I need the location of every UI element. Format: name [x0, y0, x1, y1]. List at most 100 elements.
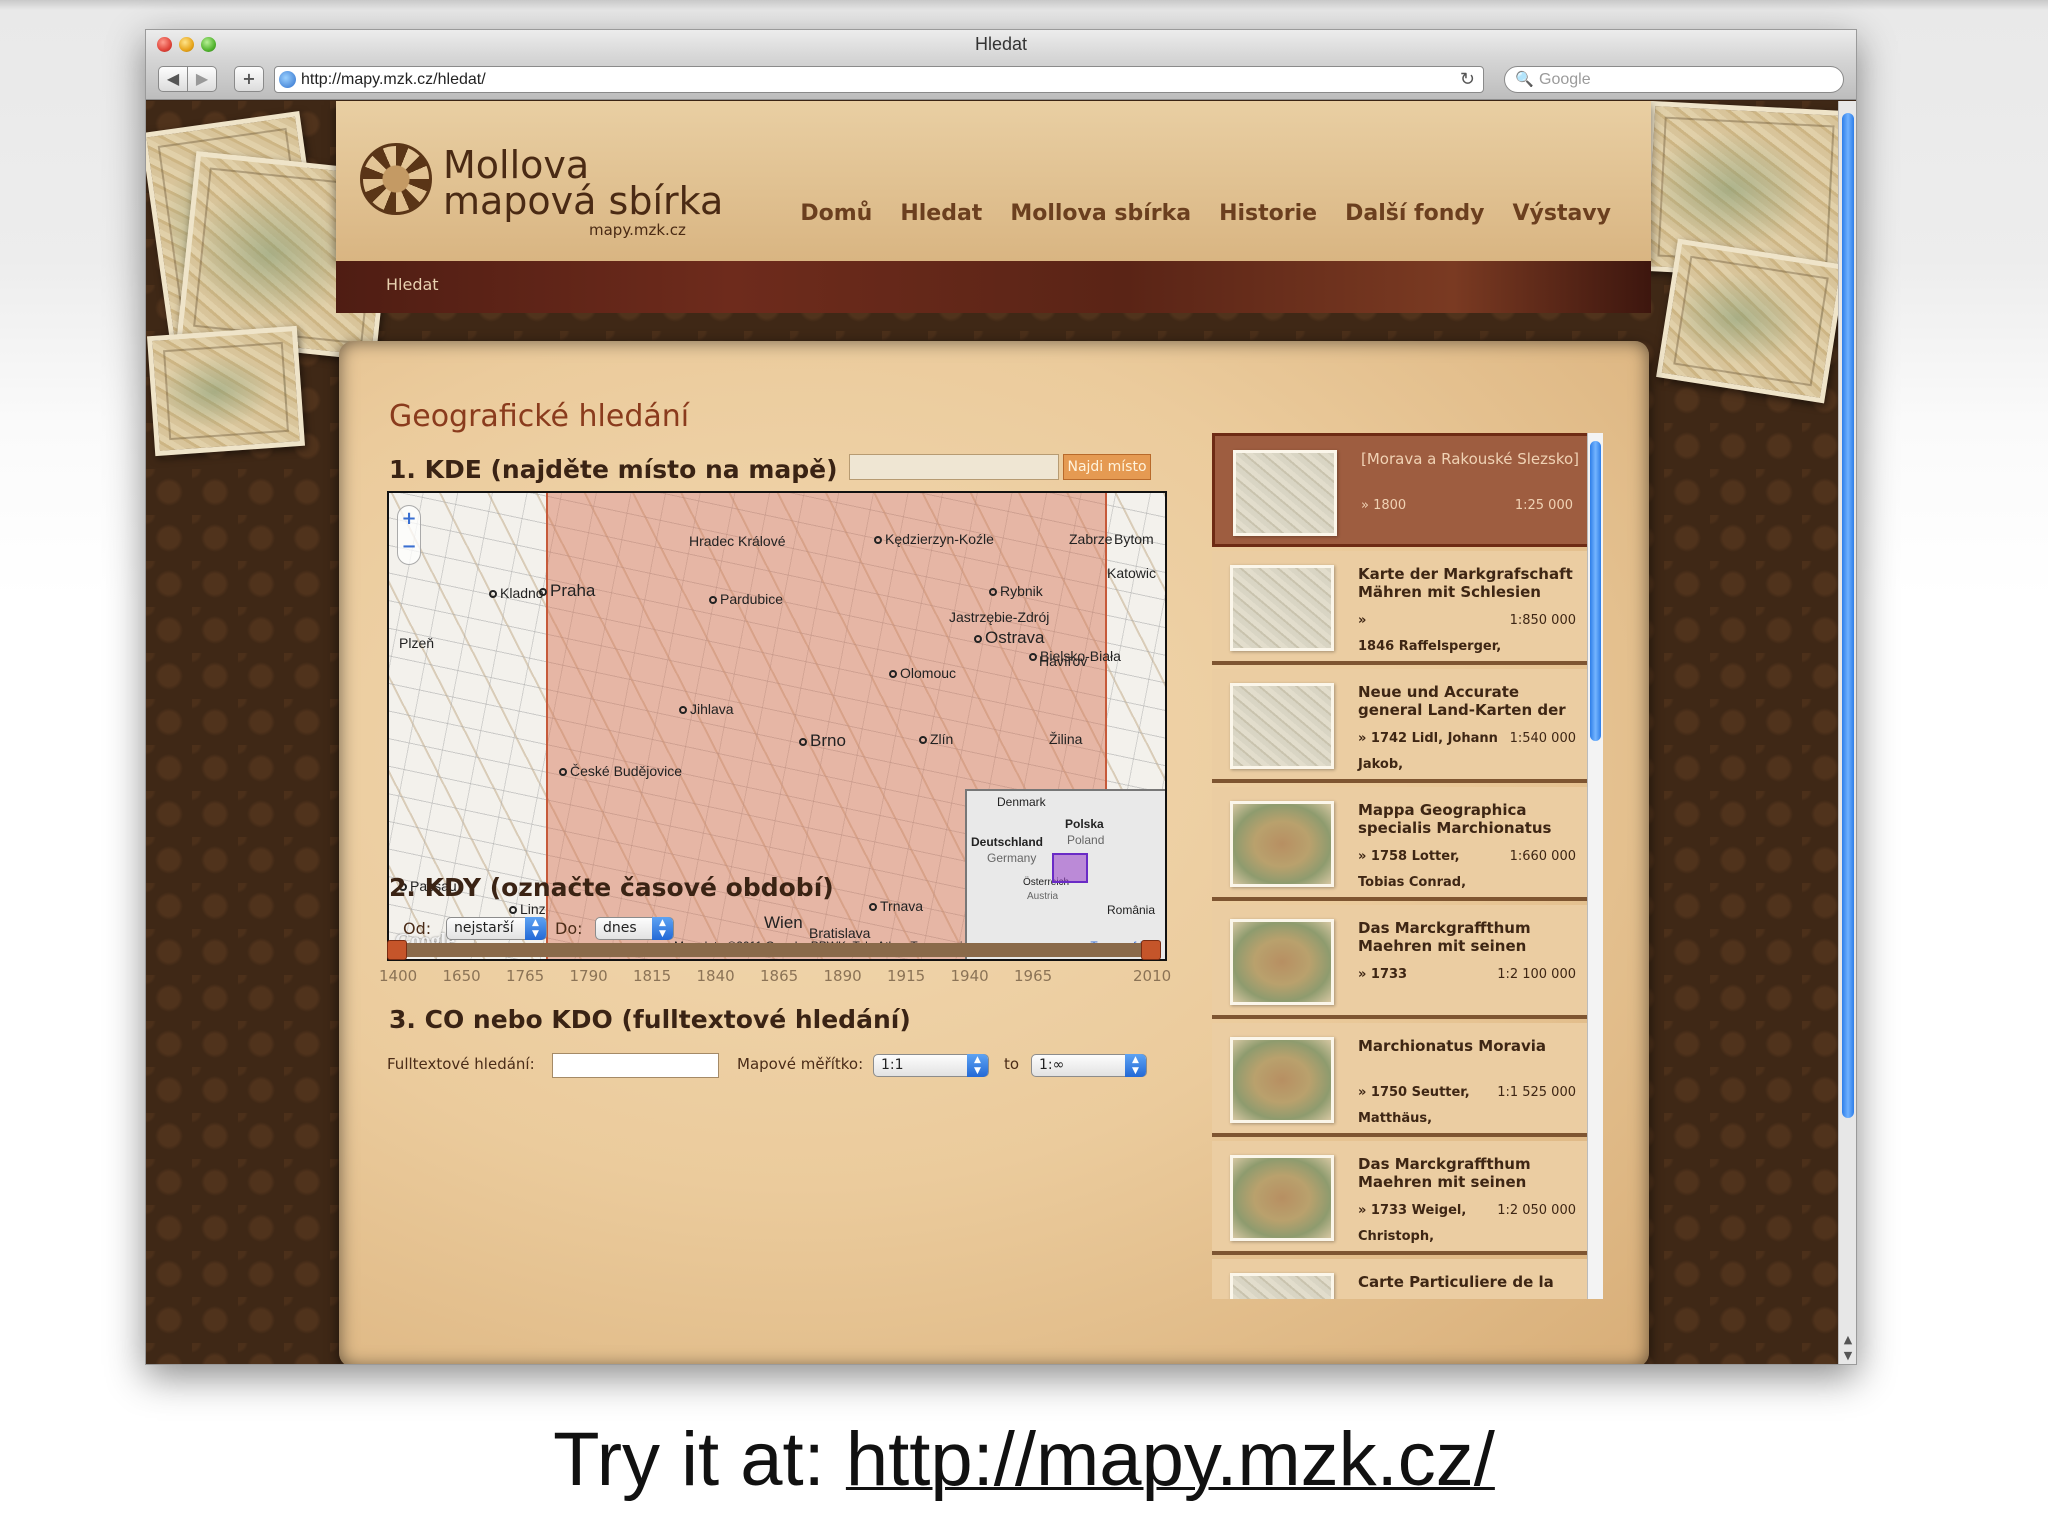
window-title: Hledat [974, 34, 1028, 54]
timeline-tick-label: 1815 [633, 967, 672, 985]
result-scale: 1:2 050 000 [1497, 1203, 1576, 1218]
back-button[interactable]: ◀ [158, 66, 188, 92]
nav-item-historie[interactable]: Historie [1219, 201, 1317, 226]
map-city-name: Zlín [930, 731, 954, 747]
minimize-window-button[interactable] [179, 37, 194, 52]
scale-to-select[interactable]: 1:∞ ▲ ▼ [1031, 1054, 1147, 1077]
nav-item-vystavy[interactable]: Výstavy [1512, 201, 1611, 226]
map-city-label: Hradec Králové [689, 533, 786, 549]
result-item[interactable]: Das Marckgraffthum Maehren mit seinen » 1… [1212, 905, 1590, 1019]
map-thumbnail[interactable] [1230, 565, 1334, 651]
overview-label: Poland [1067, 833, 1105, 847]
map-city-name: Plzeň [399, 635, 435, 651]
map-city-name: Olomouc [900, 665, 957, 681]
result-author: Matthäus, [1358, 1111, 1433, 1126]
result-item[interactable]: Karte der Markgrafschaft Mähren mit Schl… [1212, 551, 1590, 665]
scroll-down-arrow-icon[interactable]: ▼ [1841, 1349, 1855, 1362]
result-item[interactable]: Neue und Accurate general Land-Karten de… [1212, 669, 1590, 783]
map-city-label: Olomouc [889, 665, 956, 681]
page-scrollbar[interactable]: ▲ ▼ [1838, 101, 1856, 1364]
map-city-label: Ostrava [974, 628, 1045, 648]
reload-icon[interactable]: ↻ [1460, 67, 1475, 92]
map-city-name: Linz [520, 901, 546, 917]
nav-item-mollova-sbirka[interactable]: Mollova sbírka [1010, 201, 1191, 226]
overview-viewport-box[interactable] [1052, 853, 1088, 883]
city-marker-icon [799, 737, 807, 746]
timeline-tick-label: 1890 [823, 967, 862, 985]
result-year: » 1733 Weigel, [1358, 1203, 1467, 1218]
zoom-in-button[interactable]: + [398, 508, 420, 529]
timeline-end-handle[interactable] [1141, 940, 1161, 960]
place-search-input[interactable] [849, 454, 1059, 480]
results-scrollbar-thumb[interactable] [1590, 441, 1601, 741]
city-marker-icon [489, 590, 497, 599]
result-item[interactable]: Mappa Geographica specialis Marchionatus… [1212, 787, 1590, 901]
map-city-label: Bytom [1114, 531, 1154, 547]
result-item[interactable]: Marchionatus Moravia » 1750 Seutter, 1:1 5… [1212, 1023, 1590, 1137]
map-city-label: Zabrze [1069, 531, 1113, 547]
caption-link[interactable]: http://mapy.mzk.cz/ [846, 1417, 1495, 1502]
scroll-up-arrow-icon[interactable]: ▲ [1841, 1333, 1855, 1346]
slide-caption: Try it at: http://mapy.mzk.cz/ [0, 1416, 2048, 1503]
map-city-name: Havířov [1039, 653, 1088, 669]
nav-item-dalsi-fondy[interactable]: Další fondy [1345, 201, 1484, 226]
find-place-button[interactable]: Najdi místo [1063, 454, 1151, 480]
add-bookmark-button[interactable]: + [234, 66, 264, 92]
result-item[interactable]: [Morava a Rakouské Slezsko] » 1800 1:25 00… [1212, 433, 1590, 547]
from-select[interactable]: nejstarší ▲ ▼ [446, 917, 547, 940]
overview-label: Austria [1027, 891, 1059, 902]
map-thumbnail[interactable] [1233, 450, 1337, 536]
browser-search-field[interactable]: 🔍 Google [1504, 66, 1844, 93]
nav-item-domu[interactable]: Domů [800, 201, 872, 226]
map-city-name: Ostrava [985, 628, 1045, 647]
logo-title-line2[interactable]: mapová sbírka [443, 179, 723, 223]
zoom-out-button[interactable]: − [398, 536, 420, 557]
timeline-start-handle[interactable] [387, 940, 407, 960]
page-viewport: Mollova mapová sbírka mapy.mzk.cz Domů H… [146, 101, 1840, 1364]
address-bar[interactable]: http://mapy.mzk.cz/hledat/ ↻ [274, 66, 1484, 93]
breadcrumb[interactable]: Hledat [386, 275, 439, 294]
zoom-control: + − [397, 505, 421, 565]
select-arrows-icon: ▲ ▼ [967, 1054, 988, 1077]
map-city-name: Jihlava [690, 701, 734, 717]
city-marker-icon [989, 588, 997, 597]
map-thumbnail[interactable] [1230, 801, 1334, 887]
map-thumbnail[interactable] [1230, 919, 1334, 1005]
breadcrumb-bar: Hledat [336, 261, 1651, 313]
result-item[interactable]: Carte Particuliere de la [1212, 1259, 1590, 1299]
map-city-name: Kladno [500, 585, 544, 601]
map-thumbnail[interactable] [1230, 683, 1334, 769]
nav-item-hledat[interactable]: Hledat [900, 201, 982, 226]
timeline-tick-label: 2010 [1133, 967, 1172, 985]
city-marker-icon [974, 634, 982, 643]
timeline-tick-label: 1915 [887, 967, 926, 985]
close-window-button[interactable] [157, 37, 172, 52]
result-title: Neue und Accurate general Land-Karten de… [1358, 683, 1566, 719]
city-marker-icon [1029, 653, 1037, 662]
map-city-name: Brno [810, 731, 846, 750]
map-thumbnail[interactable] [1230, 1273, 1334, 1299]
to-select-value: dnes [603, 920, 637, 936]
compass-rose-logo-icon[interactable] [360, 143, 432, 215]
result-author: Tobias Conrad, [1358, 875, 1467, 890]
timeline-tick-label: 1840 [696, 967, 735, 985]
results-scrollbar[interactable] [1587, 433, 1603, 1299]
result-title: Das Marckgraffthum Maehren mit seinen [1358, 919, 1531, 955]
page-scrollbar-thumb[interactable] [1842, 113, 1854, 1118]
map-city-name: Praha [550, 581, 596, 600]
timeline-slider-track[interactable] [393, 943, 1153, 957]
scale-from-select[interactable]: 1:1 ▲ ▼ [873, 1054, 989, 1077]
overview-map[interactable]: Denmark Polska Poland Deutschland German… [965, 789, 1165, 959]
map-thumbnail[interactable] [1230, 1037, 1334, 1123]
zoom-window-button[interactable] [201, 37, 216, 52]
fulltext-search-input[interactable] [552, 1053, 719, 1078]
map-thumbnail[interactable] [1230, 1155, 1334, 1241]
forward-button[interactable]: ▶ [187, 66, 217, 92]
map-city-label: Rybnik [989, 583, 1043, 599]
map-city-label: Trnava [869, 898, 923, 914]
window-titlebar: Hledat [146, 30, 1856, 58]
result-item[interactable]: Das Marckgraffthum Maehren mit seinen » 1… [1212, 1141, 1590, 1255]
decorative-map-image [146, 325, 306, 457]
logo-url: mapy.mzk.cz [589, 221, 686, 239]
to-select[interactable]: dnes ▲ ▼ [595, 917, 674, 940]
